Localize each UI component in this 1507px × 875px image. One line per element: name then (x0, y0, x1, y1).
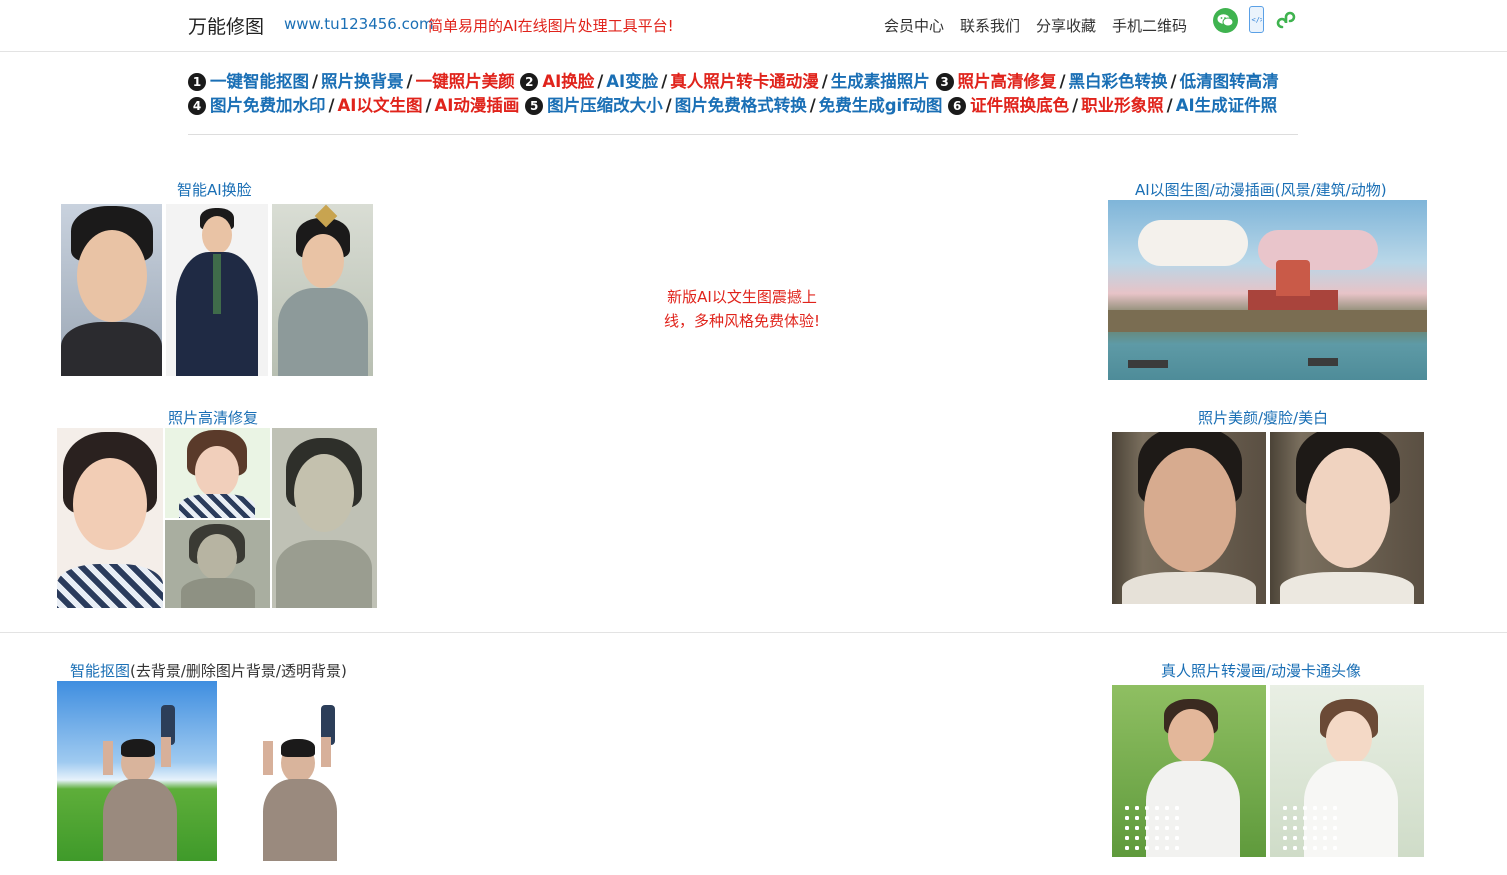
cutout-photo-transparent[interactable] (219, 681, 375, 861)
promo-line-1: 新版AI以文生图震撼上 (667, 288, 817, 306)
nav-contact-us[interactable]: 联系我们 (960, 15, 1020, 36)
menu-group-number-3: 3 (935, 73, 954, 91)
menu-item[interactable]: AI变脸 (606, 72, 658, 91)
menu-item[interactable]: 证件照换底色 (970, 96, 1069, 115)
cutout-title: 智能抠图(去背景/删除图片背景/透明背景) (70, 660, 347, 681)
menu-item[interactable]: 免费生成gif动图 (819, 96, 943, 115)
face-swap-photo-3[interactable] (272, 204, 373, 376)
mini-program-icon[interactable] (1274, 7, 1300, 33)
menu-separator: / (821, 72, 828, 91)
cutout-description: (去背景/删除图片背景/透明背景) (130, 662, 347, 680)
menu-item[interactable]: 图片免费格式转换 (675, 96, 807, 115)
menu-separator: / (597, 72, 604, 91)
menu-item[interactable]: 照片高清修复 (958, 72, 1057, 91)
menu-gap (930, 72, 936, 91)
menu-item[interactable]: 真人照片转卡通动漫 (670, 72, 819, 91)
menu-group-number-6: 6 (948, 97, 967, 115)
menu-separator: / (1170, 72, 1177, 91)
restore-photo-old-large[interactable] (272, 428, 377, 608)
cutout-photo-original[interactable] (57, 681, 217, 861)
section-divider (0, 632, 1507, 633)
menu-separator: / (328, 96, 335, 115)
menu-separator: / (1059, 72, 1066, 91)
menu-item[interactable]: 生成素描照片 (831, 72, 930, 91)
nav-member-center[interactable]: 会员中心 (884, 15, 944, 36)
menu-item[interactable]: 一键照片美颜 (416, 72, 515, 91)
menu-group-number-5: 5 (525, 97, 544, 115)
menu-item[interactable]: 黑白彩色转换 (1069, 72, 1168, 91)
nav-mobile-qrcode[interactable]: 手机二维码 (1112, 15, 1187, 36)
restore-photo-old-small[interactable] (165, 520, 270, 608)
cartoon-title[interactable]: 真人照片转漫画/动漫卡通头像 (1161, 660, 1361, 681)
face-swap-photo-2[interactable] (166, 204, 268, 376)
tools-menu-row: 1 一键智能抠图 / 照片换背景 / 一键照片美颜 2 AI换脸 / AI变脸 / 真人照片转卡通动… (188, 70, 1298, 94)
menu-group-number-4: 4 (188, 97, 206, 115)
menu-item[interactable]: 职业形象照 (1081, 96, 1164, 115)
restore-photo-color[interactable] (57, 428, 163, 608)
svg-text:</>: </> (1252, 16, 1263, 24)
wechat-icon[interactable] (1213, 8, 1238, 33)
promo-text[interactable]: 新版AI以文生图震撼上 线，多种风格免费体验! (654, 285, 830, 333)
menu-separator: / (1166, 96, 1173, 115)
restore-title[interactable]: 照片高清修复 (168, 407, 258, 428)
cutout-link[interactable]: 智能抠图 (70, 662, 130, 680)
menu-group-number-1: 1 (188, 73, 206, 91)
beauty-photo-after[interactable] (1270, 432, 1424, 604)
mobile-icon[interactable]: </> (1249, 6, 1264, 33)
cartoon-photo-original[interactable] (1112, 685, 1266, 857)
menu-separator: / (809, 96, 816, 115)
menu-separator: / (1072, 96, 1079, 115)
cartoon-photo-anime[interactable] (1270, 685, 1424, 857)
menu-item[interactable]: 照片换背景 (321, 72, 404, 91)
promo-line-2: 线，多种风格免费体验! (663, 312, 820, 330)
site-name[interactable]: 万能修图 (188, 12, 264, 39)
menu-separator: / (425, 96, 432, 115)
menu-item[interactable]: AI以文生图 (338, 96, 423, 115)
menu-separator: / (406, 72, 413, 91)
beauty-title[interactable]: 照片美颜/瘦脸/美白 (1198, 407, 1328, 428)
menu-item[interactable]: 低清图转高清 (1180, 72, 1279, 91)
menu-group-number-2: 2 (520, 73, 539, 91)
menu-separator: / (661, 72, 668, 91)
site-url[interactable]: www.tu123456.com (284, 15, 434, 33)
menu-item[interactable]: AI换脸 (542, 72, 594, 91)
site-slogan: 简单易用的AI在线图片处理工具平台! (428, 17, 674, 35)
tools-menu: 1 一键智能抠图 / 照片换背景 / 一键照片美颜 2 AI换脸 / AI变脸 / 真人照片转卡通动… (188, 70, 1298, 118)
menu-separator: / (665, 96, 672, 115)
top-bar: 万能修图 www.tu123456.com 简单易用的AI在线图片处理工具平台!… (0, 0, 1507, 52)
menu-item[interactable]: AI动漫插画 (434, 96, 519, 115)
menu-separator: / (312, 72, 319, 91)
beauty-photo-before[interactable] (1112, 432, 1266, 604)
ai-art-landscape-image[interactable] (1108, 200, 1427, 380)
menu-item[interactable]: AI生成证件照 (1176, 96, 1277, 115)
menu-item[interactable]: 图片免费加水印 (210, 96, 326, 115)
tools-menu-row: 4 图片免费加水印 / AI以文生图 / AI动漫插画 5 图片压缩改大小 / 图片免费格式转换… (188, 94, 1298, 118)
menu-item[interactable]: 一键智能抠图 (210, 72, 309, 91)
restore-photo-enhanced[interactable] (165, 428, 270, 518)
nav-share-bookmark[interactable]: 分享收藏 (1036, 15, 1096, 36)
face-swap-photo-1[interactable] (61, 204, 162, 376)
menu-divider (188, 134, 1298, 135)
menu-item[interactable]: 图片压缩改大小 (547, 96, 663, 115)
face-swap-title[interactable]: 智能AI换脸 (177, 179, 252, 200)
top-nav: 会员中心 联系我们 分享收藏 手机二维码 (884, 15, 1187, 36)
ai-art-title[interactable]: AI以图生图/动漫插画(风景/建筑/动物) (1135, 179, 1387, 200)
